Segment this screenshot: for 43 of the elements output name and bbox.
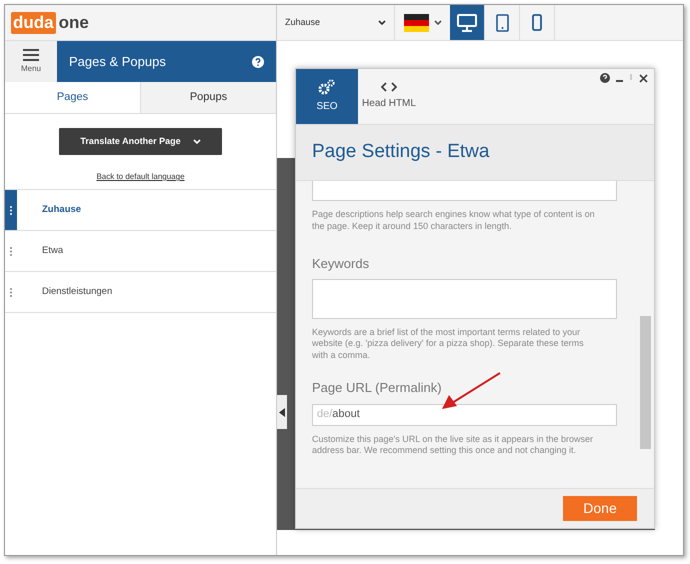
- desktop-view-button[interactable]: [450, 5, 485, 40]
- caret-icon: [192, 138, 201, 144]
- page-item[interactable]: Etwa: [5, 231, 276, 272]
- help-text: Page descriptions help search engines know what type of content is on the page. Keep it around 150 characters in length.: [312, 209, 596, 232]
- caret-icon: [434, 20, 442, 26]
- code-icon: [381, 82, 397, 92]
- panel-tab[interactable]: Popups: [140, 82, 276, 113]
- dialog-tab[interactable]: Head HTML: [358, 69, 420, 124]
- left-arrow-icon: [279, 408, 285, 416]
- desktop-icon: [457, 14, 477, 32]
- menu-button[interactable]: Menu: [5, 41, 57, 82]
- caret-icon: [378, 20, 386, 26]
- translate-button[interactable]: Translate Another Page: [59, 128, 222, 155]
- panel-title: Pages & Popups: [69, 52, 166, 71]
- annotation-arrow: [440, 371, 502, 411]
- drag-handle-icon: [10, 206, 12, 214]
- tablet-icon: [496, 14, 508, 32]
- back-link[interactable]: Back to default language: [96, 171, 185, 183]
- scrollbar-thumb[interactable]: [640, 316, 651, 449]
- logo-suffix: one: [58, 12, 89, 34]
- phone-icon: [532, 14, 542, 31]
- page-item[interactable]: Dienstleistungen: [5, 272, 276, 313]
- gears-icon: [318, 79, 336, 95]
- dialog-title: Page Settings - Etwa: [312, 140, 490, 164]
- germany-flag-icon: [404, 14, 428, 32]
- menu-icon: [23, 48, 39, 60]
- dialog-tab[interactable]: SEO: [296, 69, 358, 124]
- collapse-tab[interactable]: [277, 395, 287, 429]
- drag-handle-icon: [10, 288, 12, 296]
- close-icon: [639, 74, 648, 82]
- url-field[interactable]: de/about: [312, 404, 617, 426]
- pin-icon: [629, 74, 633, 82]
- help-text: Keywords are a brief list of the most important terms related to your website (e.g. 'pizza delivery' for a pizza shop). Separate these terms with a comma.: [312, 326, 585, 361]
- drag-handle-icon: [10, 246, 12, 256]
- description-field[interactable]: [312, 181, 617, 201]
- help-icon: [600, 73, 610, 83]
- keywords-field[interactable]: [312, 278, 617, 318]
- logo-brand: duda: [11, 12, 56, 34]
- field-label: Keywords: [312, 255, 370, 273]
- help-text: Customize this page's URL on the live site as it appears in the browser address bar. We recommend setting this once and not changing it.: [312, 434, 594, 456]
- field-label: Page URL (Permalink): [312, 379, 443, 397]
- page-item[interactable]: Zuhause: [5, 190, 276, 231]
- help-icon: [252, 56, 264, 68]
